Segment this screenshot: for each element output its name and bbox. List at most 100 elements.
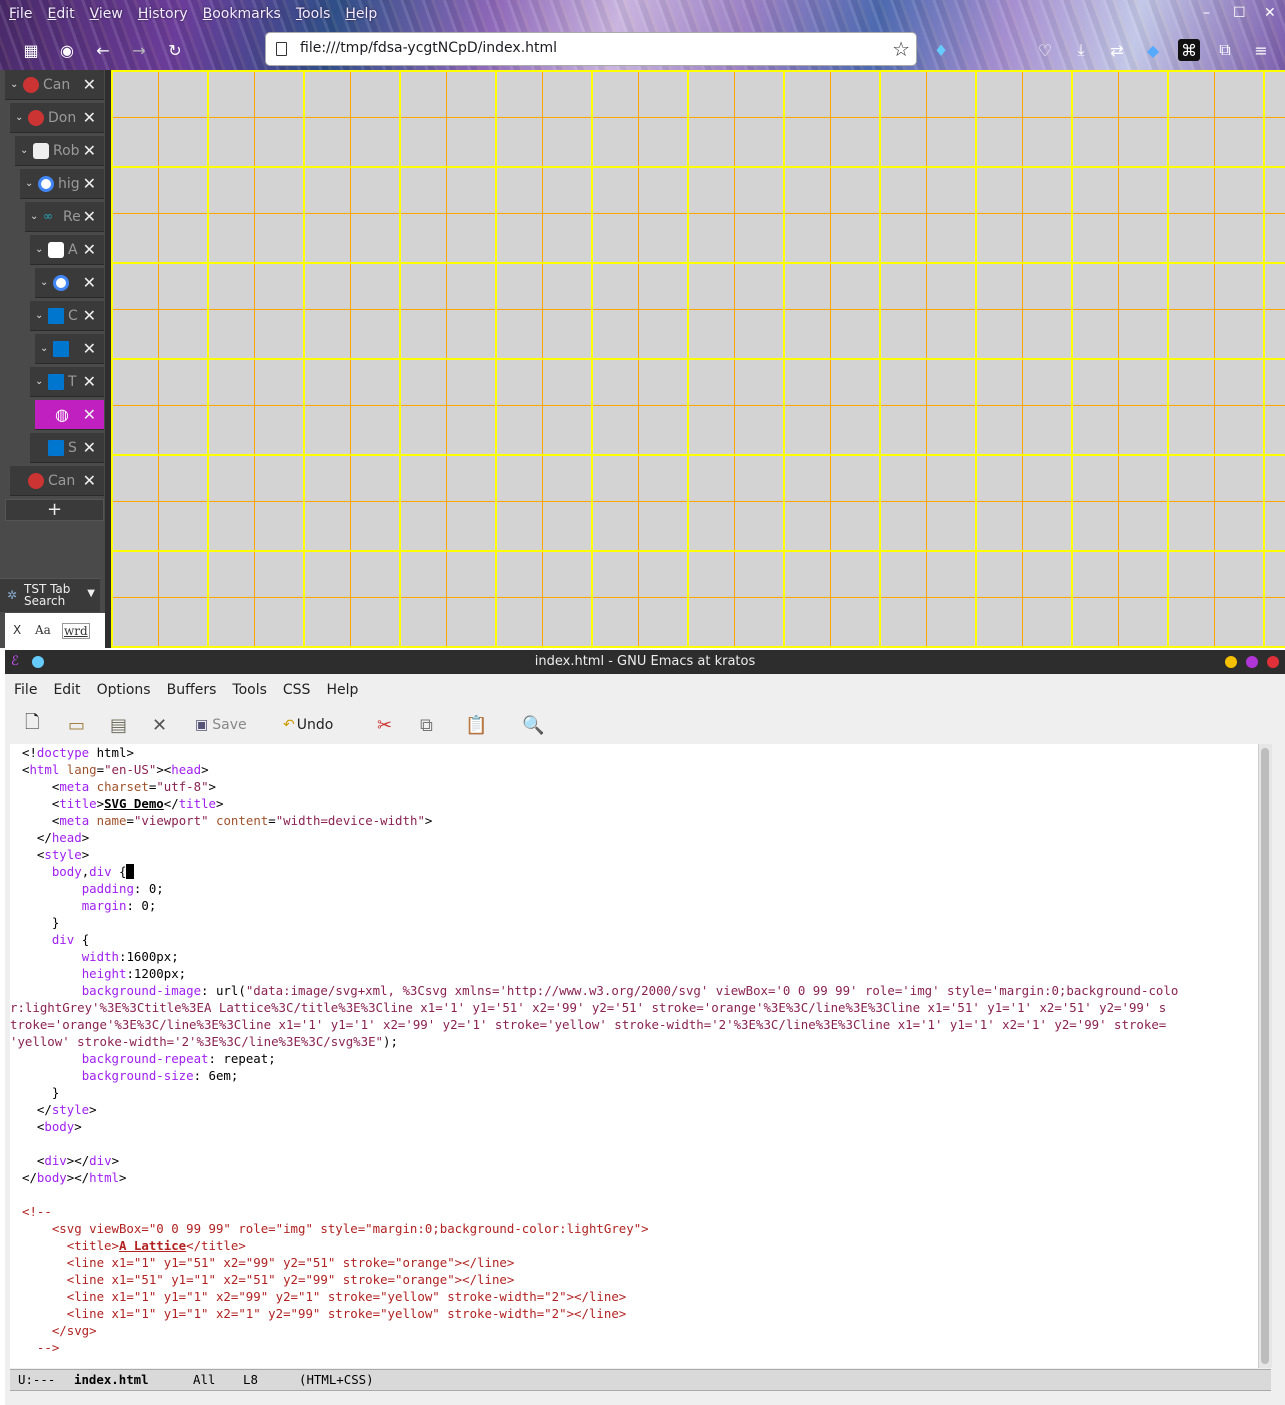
url-text[interactable]: file:///tmp/fdsa-ycgtNCpD/index.html — [300, 40, 557, 56]
tab-item[interactable]: ⌄ A ✕ — [30, 235, 104, 265]
menu-view[interactable]: View — [84, 0, 129, 28]
twisty-icon[interactable]: ⌄ — [30, 211, 38, 222]
tab-item[interactable]: S ✕ — [30, 433, 104, 463]
code-line: </head> — [22, 830, 90, 845]
modeline-buffer-name[interactable]: index.html — [74, 1372, 149, 1387]
code-line: </style> — [22, 1102, 97, 1117]
menu-history[interactable]: History — [132, 0, 194, 28]
undo-button[interactable]: ↶ Undo — [283, 713, 333, 737]
undo-label: Undo — [296, 717, 334, 733]
menu-edit[interactable]: Edit — [41, 0, 80, 28]
emacs-menu-edit[interactable]: Edit — [46, 676, 87, 704]
close-dot-button[interactable] — [1267, 656, 1279, 668]
twisty-icon[interactable]: ⌄ — [35, 310, 43, 321]
tab-item[interactable]: ⌄ Don ✕ — [10, 103, 104, 133]
tab-item[interactable]: ⌄ ∞ Re ✕ — [25, 202, 104, 232]
new-tab-button[interactable]: + — [5, 499, 104, 521]
save-button[interactable]: ▣ Save — [195, 713, 247, 737]
tab-close-icon[interactable]: ✕ — [83, 207, 96, 226]
menu-help[interactable]: Help — [339, 0, 383, 28]
tab-item[interactable]: ⌄ T ✕ — [30, 367, 104, 397]
minimize-button[interactable]: – — [1203, 5, 1210, 21]
paste-icon[interactable]: 📋 — [465, 713, 487, 737]
tab-close-icon[interactable]: ✕ — [83, 438, 96, 457]
sync-icon[interactable]: ⇄ — [1106, 39, 1128, 61]
whole-word-toggle[interactable]: wrd — [62, 623, 90, 639]
search-icon[interactable]: 🔍 — [522, 713, 544, 737]
twisty-icon[interactable]: ⌄ — [40, 343, 48, 354]
tab-item-active[interactable]: ◍ ✕ — [35, 400, 104, 430]
maximize-button[interactable]: ☐ — [1233, 5, 1246, 21]
code-line: background-image: url("data:image/svg+xm… — [81, 983, 1179, 998]
modeline-mode[interactable]: (HTML+CSS) — [299, 1372, 374, 1387]
dropdown-caret-icon[interactable]: ▼ — [87, 588, 95, 599]
new-file-icon[interactable]: 🗋 — [25, 712, 39, 737]
tab-item[interactable]: ⌄ ✕ — [35, 268, 104, 298]
maximize-dot-button[interactable] — [1246, 656, 1258, 668]
close-buffer-icon[interactable]: ✕ — [152, 713, 167, 737]
forward-button[interactable]: → — [128, 39, 150, 61]
vertical-scrollbar[interactable] — [1258, 744, 1272, 1368]
tab-close-icon[interactable]: ✕ — [83, 372, 96, 391]
apps-grid-icon[interactable]: ▦ — [20, 39, 42, 61]
dired-icon[interactable]: ▤ — [110, 713, 127, 737]
tab-item[interactable]: ⌄ ✕ — [35, 334, 104, 364]
tab-item[interactable]: ⌄ Can a ✕ — [5, 70, 104, 100]
terminal-extension-icon[interactable]: ⌘ — [1178, 39, 1200, 61]
tab-close-icon[interactable]: ✕ — [83, 471, 96, 490]
extension-blue-icon[interactable]: ◆ — [1142, 39, 1164, 61]
menu-file[interactable]: File — [3, 0, 38, 28]
tab-item[interactable]: Can ✕ — [10, 466, 104, 496]
tab-item[interactable]: ⌄ hig ✕ — [20, 169, 104, 199]
download-icon[interactable]: ⤓ — [1070, 39, 1092, 61]
scrollbar-thumb[interactable] — [1261, 748, 1269, 1364]
reload-button[interactable]: ↻ — [164, 39, 186, 61]
close-window-button[interactable]: ✕ — [1264, 5, 1276, 21]
tab-close-icon[interactable]: ✕ — [83, 273, 96, 292]
tab-close-icon[interactable]: ✕ — [83, 75, 96, 94]
url-bar[interactable]: file:///tmp/fdsa-ycgtNCpD/index.html ☆ — [266, 33, 916, 65]
tab-close-icon[interactable]: ✕ — [83, 108, 96, 127]
tab-close-icon[interactable]: ✕ — [83, 339, 96, 358]
twisty-icon[interactable]: ⌄ — [25, 178, 33, 189]
search-close-button[interactable]: X — [13, 623, 21, 637]
open-folder-icon[interactable]: ▭ — [68, 713, 85, 737]
emacs-menu-buffers[interactable]: Buffers — [160, 676, 224, 704]
match-case-toggle[interactable]: Aa — [35, 623, 51, 637]
twisty-icon[interactable]: ⌄ — [40, 277, 48, 288]
emacs-menu-css[interactable]: CSS — [276, 676, 318, 704]
extensions-icon[interactable]: ⧉ — [1214, 39, 1236, 61]
extension-icon[interactable]: ◉ — [56, 39, 78, 61]
hamburger-menu-icon[interactable]: ≡ — [1250, 39, 1272, 61]
copy-icon[interactable]: ⧉ — [420, 713, 433, 737]
emacs-menu-tools[interactable]: Tools — [225, 676, 274, 704]
twisty-icon[interactable]: ⌄ — [10, 79, 18, 90]
tab-close-icon[interactable]: ✕ — [83, 306, 96, 325]
cut-icon[interactable]: ✂ — [377, 713, 392, 737]
tab-close-icon[interactable]: ✕ — [83, 240, 96, 259]
menu-tools[interactable]: Tools — [290, 0, 337, 28]
code-line: height:1200px; — [81, 966, 187, 981]
tab-close-icon[interactable]: ✕ — [83, 174, 96, 193]
twisty-icon[interactable]: ⌄ — [15, 112, 23, 123]
emacs-menu-file[interactable]: File — [7, 676, 44, 704]
minimize-dot-button[interactable] — [1225, 656, 1237, 668]
twisty-icon[interactable]: ⌄ — [35, 244, 43, 255]
code-line: <html lang="en-US"><head> — [22, 762, 209, 777]
gem-extension-icon[interactable]: ♦ — [930, 39, 952, 61]
emacs-menu-options[interactable]: Options — [90, 676, 158, 704]
tab-item[interactable]: ⌄ C ✕ — [30, 301, 104, 331]
dell-icon — [48, 440, 64, 456]
emacs-editor-buffer[interactable]: <!doctype html> <html lang="en-US"><head… — [10, 744, 1258, 1368]
tab-item[interactable]: ⌄ Rob ✕ — [15, 136, 104, 166]
twisty-icon[interactable]: ⌄ — [35, 376, 43, 387]
bookmark-star-icon[interactable]: ☆ — [892, 37, 910, 61]
emacs-menu-help[interactable]: Help — [319, 676, 365, 704]
menu-bookmarks[interactable]: Bookmarks — [197, 0, 287, 28]
tab-close-icon[interactable]: ✕ — [83, 141, 96, 160]
tst-search-bar[interactable]: ✲ TST Tab Search ▼ — [0, 578, 100, 612]
back-button[interactable]: ← — [92, 39, 114, 61]
pocket-icon[interactable]: ♡ — [1034, 39, 1056, 61]
tab-close-icon[interactable]: ✕ — [83, 405, 96, 424]
twisty-icon[interactable]: ⌄ — [20, 145, 28, 156]
